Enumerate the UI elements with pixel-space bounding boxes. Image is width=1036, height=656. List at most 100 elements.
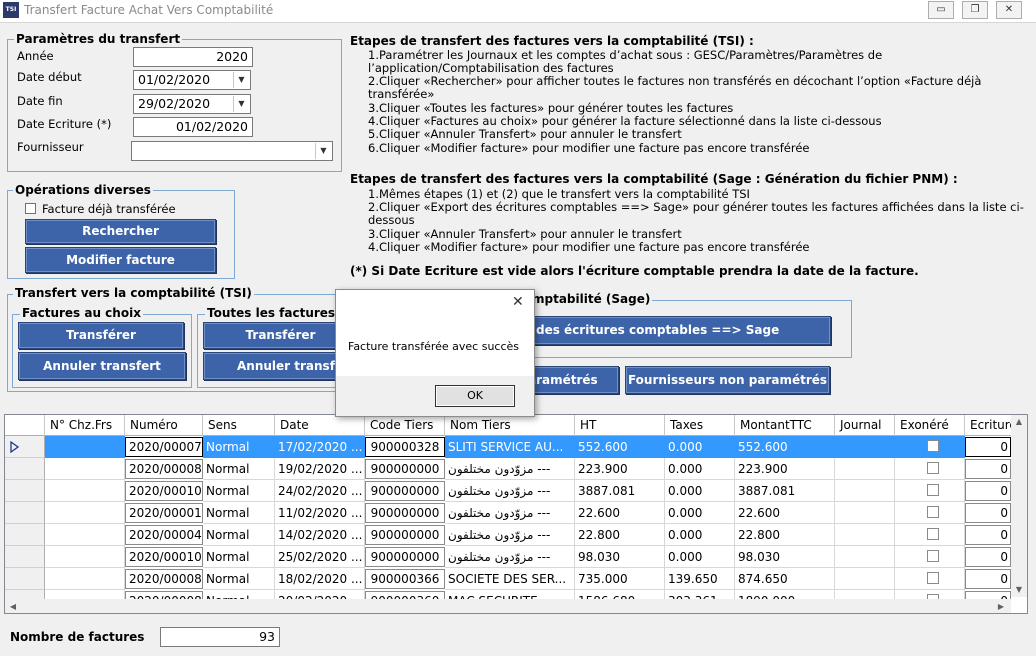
- taxes-cell[interactable]: 139.650: [665, 568, 735, 590]
- exonere-checkbox[interactable]: [927, 462, 939, 474]
- ecr-cell[interactable]: 0: [965, 437, 1011, 457]
- nom-cell[interactable]: مزوّدون مختلفون ---: [445, 458, 575, 480]
- row-header[interactable]: [5, 480, 45, 502]
- exonere-cell[interactable]: [895, 480, 965, 502]
- numero-cell[interactable]: 2020/000012: [125, 503, 203, 523]
- ttc-cell[interactable]: 874.650: [735, 568, 835, 590]
- table-row[interactable]: 2020/000045 Normal 14/02/2020 ... 900000000…: [5, 524, 1021, 546]
- exonere-checkbox[interactable]: [927, 440, 939, 452]
- nom-cell[interactable]: مزوّدون مختلفون ---: [445, 502, 575, 524]
- sens-cell[interactable]: Normal: [203, 502, 275, 524]
- transferer-toutes-button[interactable]: Transférer: [203, 322, 338, 349]
- numero-cell[interactable]: 2020/000103: [125, 547, 203, 567]
- row-header[interactable]: [5, 546, 45, 568]
- chevron-down-icon[interactable]: ▼: [315, 143, 331, 159]
- export-sage-button[interactable]: des écritures comptables ==> Sage: [505, 316, 831, 345]
- row-header[interactable]: [5, 502, 45, 524]
- date-cell[interactable]: 11/02/2020 ...: [275, 502, 365, 524]
- date-fin-picker[interactable]: 29/02/2020 ▼: [133, 94, 251, 114]
- modifier-facture-button[interactable]: Modifier facture: [25, 247, 216, 273]
- taxes-cell[interactable]: 0.000: [665, 546, 735, 568]
- empty-cell[interactable]: [835, 502, 895, 524]
- facture-transferee-checkbox[interactable]: [25, 203, 36, 214]
- sens-cell[interactable]: Normal: [203, 436, 275, 458]
- empty-cell[interactable]: [835, 458, 895, 480]
- exonere-cell[interactable]: [895, 458, 965, 480]
- column-header[interactable]: Date: [275, 415, 365, 436]
- rechercher-button[interactable]: Rechercher: [25, 219, 216, 244]
- taxes-cell[interactable]: 0.000: [665, 502, 735, 524]
- ht-cell[interactable]: 552.600: [575, 436, 665, 458]
- table-row[interactable]: 2020/000084 Normal 19/02/2020 ... 900000000…: [5, 458, 1021, 480]
- empty-cell[interactable]: [45, 458, 125, 480]
- sens-cell[interactable]: Normal: [203, 480, 275, 502]
- nom-cell[interactable]: مزوّدون مختلفون ---: [445, 546, 575, 568]
- chevron-down-icon[interactable]: ▼: [233, 96, 249, 112]
- date-cell[interactable]: 19/02/2020 ...: [275, 458, 365, 480]
- ecr-cell[interactable]: 0: [965, 459, 1011, 479]
- column-header[interactable]: Sens: [203, 415, 275, 436]
- numero-cell[interactable]: 2020/000084: [125, 459, 203, 479]
- exonere-checkbox[interactable]: [927, 484, 939, 496]
- table-row[interactable]: 2020/000075 Normal 17/02/2020 ... 900000328…: [5, 436, 1021, 458]
- empty-cell[interactable]: [45, 436, 125, 458]
- ttc-cell[interactable]: 98.030: [735, 546, 835, 568]
- ttc-cell[interactable]: 22.800: [735, 524, 835, 546]
- date-cell[interactable]: 24/02/2020 ...: [275, 480, 365, 502]
- empty-cell[interactable]: [835, 568, 895, 590]
- minimize-button[interactable]: ▭: [928, 1, 954, 19]
- numero-cell[interactable]: 2020/000100: [125, 481, 203, 501]
- column-header[interactable]: MontantTTC: [735, 415, 835, 436]
- exonere-cell[interactable]: [895, 524, 965, 546]
- column-header[interactable]: Taxes: [665, 415, 735, 436]
- code-cell[interactable]: 900000328: [365, 437, 445, 457]
- table-row[interactable]: 2020/000082 Normal 18/02/2020 ... 900000366…: [5, 568, 1021, 590]
- date-cell[interactable]: 14/02/2020 ...: [275, 524, 365, 546]
- fournisseur-select[interactable]: ▼: [131, 141, 333, 161]
- chevron-down-icon[interactable]: ▼: [233, 72, 249, 88]
- restore-button[interactable]: ❐: [962, 1, 988, 19]
- date-debut-picker[interactable]: 01/02/2020 ▼: [133, 70, 251, 90]
- date-cell[interactable]: 18/02/2020 ...: [275, 568, 365, 590]
- ttc-cell[interactable]: 22.600: [735, 502, 835, 524]
- ecr-cell[interactable]: 0: [965, 525, 1011, 545]
- scroll-down-arrow-icon[interactable]: ▼: [1011, 585, 1027, 594]
- table-row[interactable]: 2020/000103 Normal 25/02/2020 ... 900000000…: [5, 546, 1021, 568]
- scroll-up-arrow-icon[interactable]: ▲: [1011, 417, 1027, 426]
- ht-cell[interactable]: 3887.081: [575, 480, 665, 502]
- numero-cell[interactable]: 2020/000075: [125, 437, 203, 457]
- vertical-scrollbar[interactable]: ▲ ▼: [1011, 415, 1027, 597]
- ecr-cell[interactable]: 0: [965, 503, 1011, 523]
- nom-cell[interactable]: SOCIETE DES SER...: [445, 568, 575, 590]
- ok-button[interactable]: OK: [435, 385, 515, 407]
- column-header[interactable]: Nom Tiers: [445, 415, 575, 436]
- annuler-toutes-button[interactable]: Annuler transfert: [203, 352, 338, 380]
- annuler-choix-button[interactable]: Annuler transfert: [18, 352, 186, 380]
- row-header[interactable]: [5, 436, 45, 458]
- empty-cell[interactable]: [45, 524, 125, 546]
- annee-input[interactable]: 2020: [133, 47, 253, 67]
- fournisseurs-non-parametres-button[interactable]: Fournisseurs non paramétrés: [625, 366, 830, 394]
- code-cell[interactable]: 900000366: [365, 569, 445, 589]
- horizontal-scrollbar[interactable]: ◀ ▶: [5, 599, 1011, 613]
- column-header[interactable]: Code Tiers: [365, 415, 445, 436]
- ht-cell[interactable]: 22.600: [575, 502, 665, 524]
- ttc-cell[interactable]: 552.600: [735, 436, 835, 458]
- exonere-cell[interactable]: [895, 568, 965, 590]
- taxes-cell[interactable]: 0.000: [665, 436, 735, 458]
- exonere-cell[interactable]: [895, 546, 965, 568]
- exonere-checkbox[interactable]: [927, 572, 939, 584]
- code-cell[interactable]: 900000000: [365, 459, 445, 479]
- row-header[interactable]: [5, 458, 45, 480]
- row-header[interactable]: [5, 524, 45, 546]
- code-cell[interactable]: 900000000: [365, 503, 445, 523]
- numero-cell[interactable]: 2020/000045: [125, 525, 203, 545]
- ttc-cell[interactable]: 223.900: [735, 458, 835, 480]
- close-icon[interactable]: ✕: [512, 294, 524, 310]
- exonere-checkbox[interactable]: [927, 550, 939, 562]
- code-cell[interactable]: 900000000: [365, 547, 445, 567]
- ecr-cell[interactable]: 0: [965, 547, 1011, 567]
- empty-cell[interactable]: [835, 546, 895, 568]
- column-header[interactable]: Journal: [835, 415, 895, 436]
- date-cell[interactable]: 25/02/2020 ...: [275, 546, 365, 568]
